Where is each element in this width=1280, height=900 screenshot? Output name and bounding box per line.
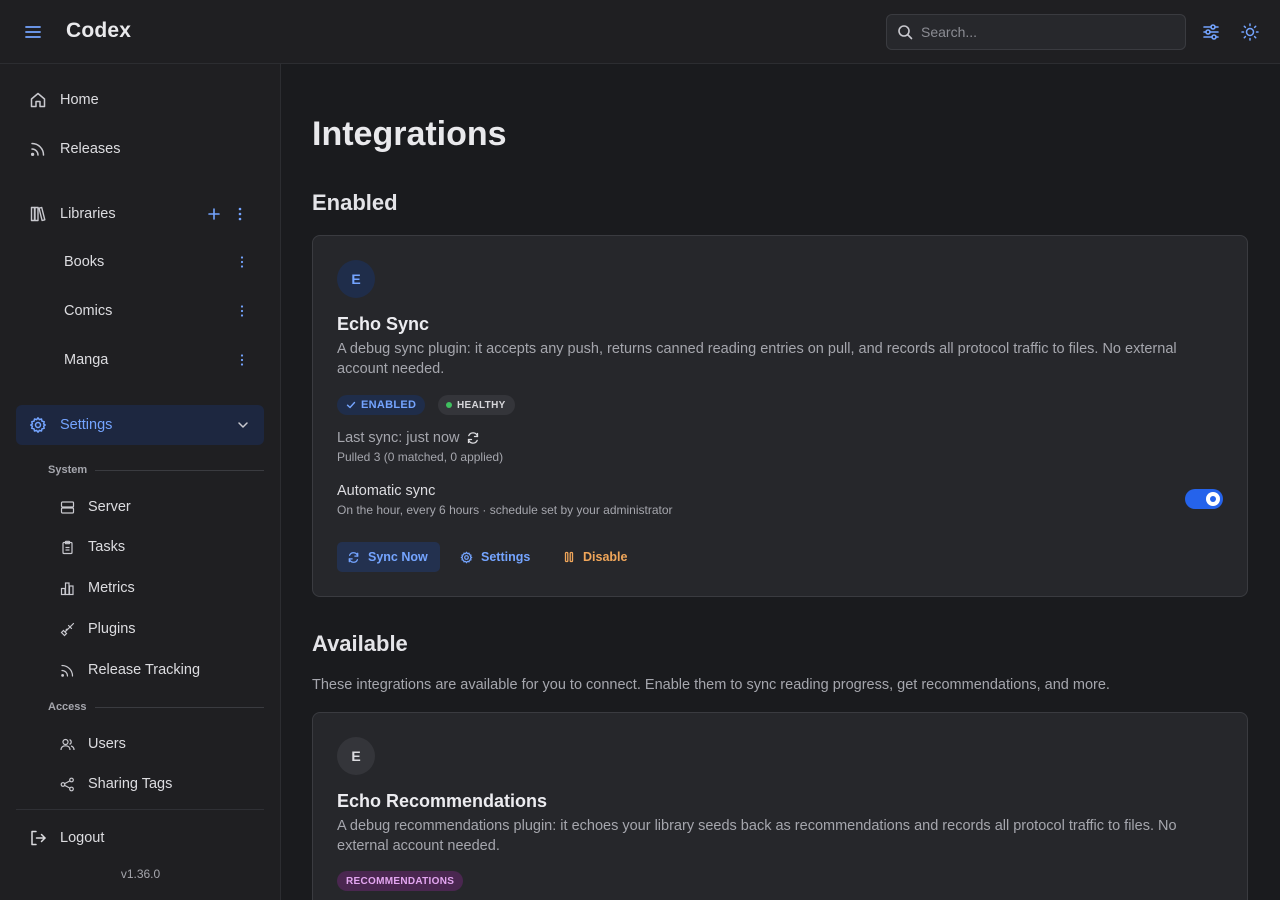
search-input[interactable] — [921, 15, 1181, 49]
gear-icon — [28, 415, 48, 435]
settings-item-tasks[interactable]: Tasks — [48, 529, 264, 565]
integration-description: A debug sync plugin: it accepts any push… — [337, 341, 1177, 377]
button-label: Sync Now — [368, 550, 428, 564]
settings-item-release-tracking[interactable]: Release Tracking — [48, 652, 264, 688]
gear-icon — [460, 551, 473, 564]
refresh-icon[interactable] — [466, 431, 480, 445]
integration-card-echo-recommendations: E Echo Recommendations A debug recommend… — [312, 712, 1248, 900]
rss-icon — [28, 139, 48, 159]
top-bar: Codex — [0, 0, 1280, 64]
page-title: Integrations — [312, 115, 507, 153]
section-label-system: System — [48, 464, 88, 476]
settings-button[interactable]: Settings — [450, 542, 542, 572]
divider — [95, 470, 264, 471]
avatar: E — [337, 737, 375, 775]
enabled-heading: Enabled — [312, 190, 398, 215]
check-icon — [346, 400, 356, 410]
button-label: Settings — [481, 550, 531, 564]
integration-title: Echo Recommendations — [337, 791, 548, 811]
rss-icon — [59, 662, 75, 678]
clipboard-icon — [59, 539, 75, 555]
settings-item-label: Tasks — [88, 539, 126, 555]
divider — [95, 707, 264, 708]
more-vertical-icon[interactable] — [234, 303, 250, 319]
integration-title: Echo Sync — [337, 314, 430, 334]
more-vertical-icon[interactable] — [234, 352, 250, 368]
available-heading: Available — [312, 631, 408, 656]
logout-button[interactable]: Logout — [16, 818, 264, 858]
sidebar-item-label: Home — [60, 92, 99, 108]
sync-now-button[interactable]: Sync Now — [337, 542, 440, 572]
sun-icon[interactable] — [1238, 20, 1262, 44]
sidebar-item-home[interactable]: Home — [16, 80, 264, 120]
menu-icon[interactable] — [20, 20, 46, 44]
share-icon — [59, 776, 75, 792]
settings-item-label: Server — [88, 499, 131, 515]
library-item-comics[interactable]: Comics — [16, 292, 264, 330]
refresh-icon — [347, 551, 360, 564]
library-item-books[interactable]: Books — [16, 243, 264, 281]
settings-item-users[interactable]: Users — [48, 726, 264, 762]
integration-card-echo-sync: E Echo Sync A debug sync plugin: it acce… — [312, 235, 1248, 597]
section-label-access: Access — [48, 701, 87, 713]
badge-label: HEALTHY — [457, 399, 506, 411]
available-description: These integrations are available for you… — [312, 677, 1110, 693]
sliders-icon[interactable] — [1199, 20, 1223, 44]
library-item-manga[interactable]: Manga — [16, 341, 264, 379]
library-label: Manga — [64, 352, 109, 368]
last-sync-text: Last sync: just now — [337, 430, 460, 446]
sidebar-item-label: Libraries — [60, 206, 116, 222]
divider — [16, 809, 264, 810]
settings-item-label: Release Tracking — [88, 662, 201, 678]
settings-item-label: Sharing Tags — [88, 776, 173, 792]
users-icon — [59, 736, 75, 752]
sidebar-item-settings[interactable]: Settings — [16, 405, 264, 445]
settings-item-label: Metrics — [88, 580, 135, 596]
add-library-icon[interactable] — [206, 206, 222, 222]
settings-item-sharing-tags[interactable]: Sharing Tags — [48, 766, 264, 802]
sidebar: Home Releases Libraries Books Comics Man… — [0, 64, 281, 900]
version-label: v1.36.0 — [120, 867, 161, 881]
disable-button[interactable]: Disable — [553, 542, 639, 572]
server-icon — [59, 499, 75, 515]
settings-item-metrics[interactable]: Metrics — [48, 570, 264, 606]
bar-chart-icon — [59, 580, 75, 596]
app-title[interactable]: Codex — [66, 19, 131, 43]
status-badge-enabled: ENABLED — [337, 395, 426, 415]
sidebar-item-label: Releases — [60, 141, 121, 157]
logout-icon — [28, 828, 48, 848]
settings-item-plugins[interactable]: Plugins — [48, 611, 264, 647]
last-sync: Last sync: just now — [337, 430, 480, 446]
badge-label: ENABLED — [361, 399, 417, 411]
more-vertical-icon[interactable] — [234, 254, 250, 270]
chevron-down-icon — [236, 418, 250, 432]
library-label: Books — [64, 254, 105, 270]
plug-icon — [59, 621, 75, 637]
auto-sync-toggle[interactable] — [1185, 489, 1223, 509]
toggle-knob — [1206, 492, 1220, 506]
category-badge: RECOMMENDATIONS — [337, 871, 464, 891]
auto-sync-label: Automatic sync — [337, 483, 436, 499]
settings-item-server[interactable]: Server — [48, 489, 264, 525]
status-badge-healthy: HEALTHY — [438, 395, 515, 415]
auto-sync-description: On the hour, every 6 hours · schedule se… — [337, 503, 673, 517]
pause-icon — [563, 551, 575, 563]
settings-item-label: Plugins — [88, 621, 136, 637]
more-vertical-icon[interactable] — [232, 206, 248, 222]
sidebar-item-releases[interactable]: Releases — [16, 129, 264, 169]
pull-stats: Pulled 3 (0 matched, 0 applied) — [337, 450, 504, 464]
library-icon — [28, 204, 48, 224]
home-icon — [28, 90, 48, 110]
search-icon — [897, 24, 913, 45]
status-dot-icon — [446, 402, 452, 408]
settings-item-label: Users — [88, 736, 126, 752]
button-label: Disable — [583, 550, 628, 564]
sidebar-item-libraries[interactable]: Libraries — [16, 194, 264, 234]
avatar: E — [337, 260, 375, 298]
library-label: Comics — [64, 303, 113, 319]
logout-label: Logout — [60, 830, 105, 846]
search-box[interactable] — [886, 14, 1186, 50]
integration-description: A debug recommendations plugin: it echoe… — [337, 818, 1177, 854]
sidebar-item-label: Settings — [60, 417, 113, 433]
